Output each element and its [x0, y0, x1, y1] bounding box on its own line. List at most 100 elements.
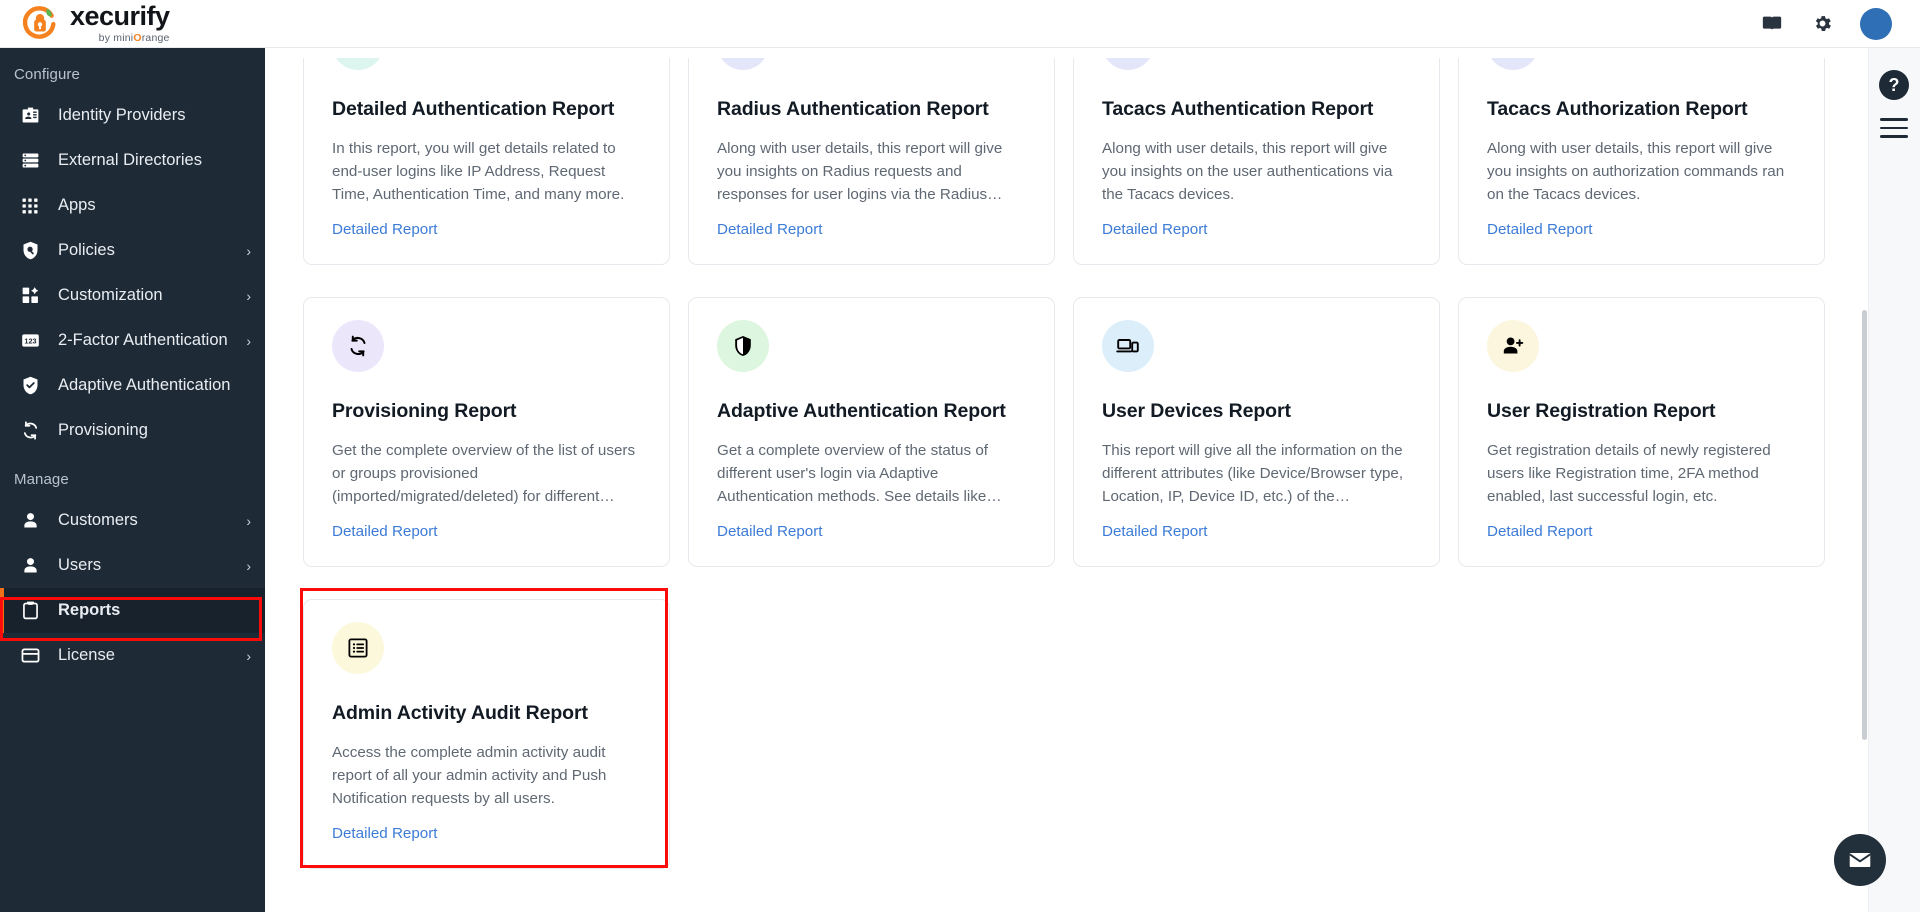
id-badge-icon — [18, 104, 42, 128]
report-card[interactable]: Radius Authentication Report Along with … — [688, 48, 1055, 265]
sidebar-item-label: License — [58, 646, 115, 665]
header-actions — [1760, 8, 1920, 40]
sidebar-item-label: Customization — [58, 286, 163, 305]
top-header-bar: xecurify by miniOrange — [0, 0, 1920, 48]
sidebar-item-2-factor-authentication[interactable]: 123 2-Factor Authentication › — [0, 318, 265, 363]
sidebar-item-label: 2-Factor Authentication — [58, 331, 228, 350]
chevron-right-icon: › — [246, 648, 251, 664]
card-description: In this report, you will get details rel… — [332, 137, 641, 206]
sidebar-section-manage: Manage — [0, 453, 265, 498]
sidebar-item-reports[interactable]: Reports — [0, 588, 265, 633]
mail-support-button[interactable] — [1834, 834, 1886, 886]
report-card[interactable]: Provisioning Report Get the complete ove… — [303, 297, 670, 567]
card-description: Get the complete overview of the list of… — [332, 439, 641, 508]
card-description: Get registration details of newly regist… — [1487, 439, 1796, 508]
vertical-scrollbar-thumb[interactable] — [1862, 310, 1867, 740]
chevron-right-icon: › — [246, 243, 251, 259]
card-title: Admin Activity Audit Report — [332, 702, 641, 725]
main-content-area: Detailed Authentication Report In this r… — [265, 48, 1920, 912]
person-add-icon — [1501, 334, 1525, 358]
scroll-top-mask — [265, 48, 1920, 58]
sidebar-item-label: Identity Providers — [58, 106, 185, 125]
shield-check-icon — [18, 374, 42, 398]
list-box-icon — [346, 636, 370, 660]
card-icon-wrap — [332, 622, 384, 674]
grid-dots-icon — [18, 194, 42, 218]
detailed-report-link[interactable]: Detailed Report — [1102, 523, 1411, 540]
report-card[interactable]: Adaptive Authentication Report Get a com… — [688, 297, 1055, 567]
chevron-right-icon: › — [246, 558, 251, 574]
shield-search-icon — [18, 239, 42, 263]
report-card[interactable]: User Registration Report Get registratio… — [1458, 297, 1825, 567]
chevron-right-icon: › — [246, 288, 251, 304]
report-card-admin-activity-audit[interactable]: Admin Activity Audit Report Access the c… — [303, 599, 670, 869]
card-icon-wrap — [1102, 320, 1154, 372]
sidebar-item-apps[interactable]: Apps — [0, 183, 265, 228]
help-button[interactable]: ? — [1879, 70, 1909, 100]
card-title: User Registration Report — [1487, 400, 1796, 423]
hamburger-icon[interactable] — [1880, 118, 1908, 138]
card-title: Radius Authentication Report — [717, 98, 1026, 121]
avatar[interactable] — [1860, 8, 1892, 40]
sidebar-item-license[interactable]: License › — [0, 633, 265, 678]
mail-icon — [1847, 847, 1873, 873]
card-title: Provisioning Report — [332, 400, 641, 423]
card-description: Access the complete admin activity audit… — [332, 741, 641, 810]
card-description: Along with user details, this report wil… — [717, 137, 1026, 206]
report-card[interactable]: Tacacs Authentication Report Along with … — [1073, 48, 1440, 265]
report-card[interactable]: Tacacs Authorization Report Along with u… — [1458, 48, 1825, 265]
right-utility-rail: ? — [1868, 48, 1920, 912]
sidebar-item-policies[interactable]: Policies › — [0, 228, 265, 273]
detailed-report-link[interactable]: Detailed Report — [332, 825, 641, 842]
sidebar-item-label: Provisioning — [58, 421, 148, 440]
detailed-report-link[interactable]: Detailed Report — [717, 523, 1026, 540]
detailed-report-link[interactable]: Detailed Report — [1102, 221, 1411, 238]
devices-icon — [1116, 334, 1140, 358]
card-title: Detailed Authentication Report — [332, 98, 641, 121]
brand-logo-area[interactable]: xecurify by miniOrange — [0, 0, 265, 48]
detailed-report-link[interactable]: Detailed Report — [717, 221, 1026, 238]
card-description: Along with user details, this report wil… — [1487, 137, 1796, 206]
report-card[interactable]: User Devices Report This report will giv… — [1073, 297, 1440, 567]
sidebar-item-label: Apps — [58, 196, 96, 215]
sidebar-item-identity-providers[interactable]: Identity Providers — [0, 93, 265, 138]
detailed-report-link[interactable]: Detailed Report — [332, 523, 641, 540]
sidebar-item-external-directories[interactable]: External Directories — [0, 138, 265, 183]
card-description: Get a complete overview of the status of… — [717, 439, 1026, 508]
gear-icon[interactable] — [1810, 12, 1834, 36]
sidebar-item-label: Customers — [58, 511, 138, 530]
card-title: Tacacs Authentication Report — [1102, 98, 1411, 121]
card-title: Adaptive Authentication Report — [717, 400, 1026, 423]
xecurify-logo-icon — [20, 4, 60, 44]
sidebar-item-label: External Directories — [58, 151, 202, 170]
report-card[interactable]: Detailed Authentication Report In this r… — [303, 48, 670, 265]
person-icon — [18, 554, 42, 578]
sidebar-item-label: Policies — [58, 241, 115, 260]
svg-text:123: 123 — [24, 336, 36, 345]
sidebar-item-provisioning[interactable]: Provisioning — [0, 408, 265, 453]
list-rows-icon — [18, 149, 42, 173]
sidebar-item-label: Users — [58, 556, 101, 575]
reports-card-grid: Detailed Authentication Report In this r… — [303, 48, 1843, 869]
sidebar-item-adaptive-authentication[interactable]: Adaptive Authentication — [0, 363, 265, 408]
sidebar-item-label: Reports — [58, 601, 120, 620]
chevron-right-icon: › — [246, 333, 251, 349]
brand-text: xecurify by miniOrange — [70, 3, 170, 44]
sync-icon — [346, 334, 370, 358]
brand-subtitle: by miniOrange — [99, 33, 170, 44]
detailed-report-link[interactable]: Detailed Report — [1487, 221, 1796, 238]
sidebar-item-label: Adaptive Authentication — [58, 376, 230, 395]
shield-icon — [731, 334, 755, 358]
clipboard-icon — [18, 599, 42, 623]
card-icon — [18, 644, 42, 668]
sidebar-item-users[interactable]: Users › — [0, 543, 265, 588]
detailed-report-link[interactable]: Detailed Report — [1487, 523, 1796, 540]
sidebar-section-configure: Configure — [0, 48, 265, 93]
card-title: User Devices Report — [1102, 400, 1411, 423]
detailed-report-link[interactable]: Detailed Report — [332, 221, 641, 238]
card-title: Tacacs Authorization Report — [1487, 98, 1796, 121]
sidebar-item-customization[interactable]: Customization › — [0, 273, 265, 318]
sync-icon — [18, 419, 42, 443]
sidebar-item-customers[interactable]: Customers › — [0, 498, 265, 543]
book-icon[interactable] — [1760, 12, 1784, 36]
